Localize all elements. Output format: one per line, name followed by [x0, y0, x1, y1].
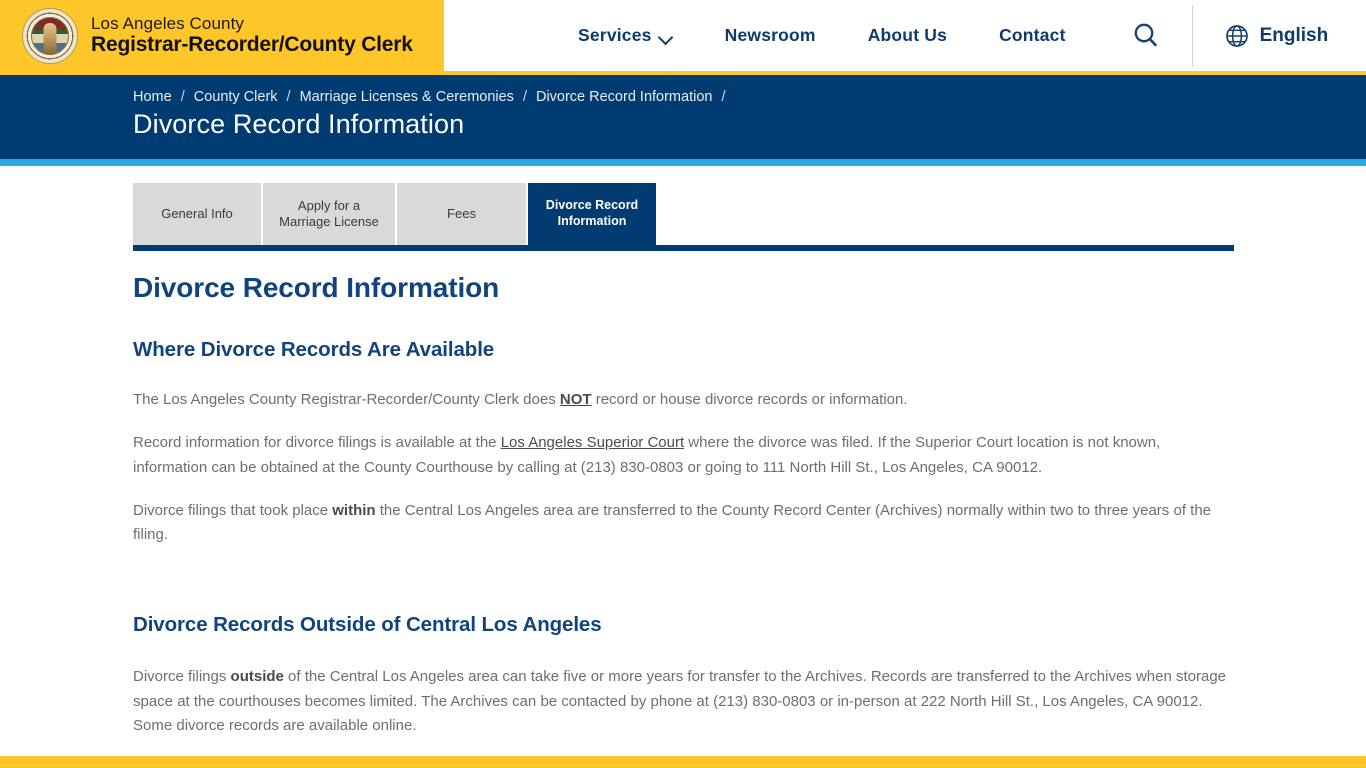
breadcrumb-item-divorce-record-information[interactable]: Divorce Record Information: [536, 89, 713, 105]
link-los-angeles-superior-court[interactable]: Los Angeles Superior Court: [501, 434, 684, 451]
text-fragment: Record information for divorce filings i…: [133, 434, 501, 452]
tab-bar: General Info Apply for a Marriage Licens…: [0, 183, 1366, 251]
paragraph-no-divorce-records: The Los Angeles County Registrar-Recorde…: [133, 388, 1228, 412]
text-fragment: The Los Angeles County Registrar-Recorde…: [133, 391, 560, 408]
nav-item-newsroom[interactable]: Newsroom: [699, 25, 842, 46]
brand-line-department: Registrar-Recorder/County Clerk: [91, 32, 413, 56]
language-selector[interactable]: English: [1225, 24, 1329, 48]
paragraph-outside-central-la: Divorce filings outside of the Central L…: [133, 665, 1228, 738]
main-content: Divorce Record Information Where Divorce…: [0, 251, 1366, 738]
tab-general-info[interactable]: General Info: [133, 183, 263, 245]
text-fragment: record or house divorce records or infor…: [591, 391, 908, 408]
tab-fees[interactable]: Fees: [397, 183, 528, 245]
breadcrumb-item-home[interactable]: Home: [133, 89, 172, 105]
breadcrumb: Home / County Clerk / Marriage Licenses …: [133, 89, 1366, 105]
nav-item-about-us-label: About Us: [867, 25, 948, 45]
language-label: English: [1259, 24, 1329, 46]
nav-divider: [1191, 4, 1193, 67]
page-title: Divorce Record Information: [133, 109, 465, 139]
tab-apply-marriage-license[interactable]: Apply for a Marriage License: [263, 183, 397, 245]
accent-bar: [0, 159, 1366, 166]
emphasis-not: NOT: [559, 391, 592, 408]
search-icon: [1134, 23, 1157, 46]
nav-item-services[interactable]: Services: [552, 25, 699, 46]
tabs: General Info Apply for a Marriage Licens…: [133, 183, 656, 245]
la-county-seal-icon: [22, 7, 78, 64]
page-banner: Home / County Clerk / Marriage Licenses …: [0, 75, 1366, 159]
tab-general-info-label: General Info: [161, 205, 233, 221]
tab-divorce-record-information[interactable]: Divorce Record Information: [528, 183, 656, 245]
text-fragment: of the Central Los Angeles area can take…: [133, 668, 1227, 735]
nav-item-newsroom-label: Newsroom: [724, 25, 816, 45]
nav-links: Services Newsroom About Us Contact Engli…: [552, 4, 1329, 67]
brand-line-county: Los Angeles County: [91, 14, 245, 34]
globe-icon: [1225, 24, 1248, 47]
breadcrumb-item-county-clerk[interactable]: County Clerk: [194, 89, 278, 105]
nav-item-about-us[interactable]: About Us: [842, 25, 973, 46]
breadcrumb-item-marriage-licenses[interactable]: Marriage Licenses & Ceremonies: [300, 89, 514, 105]
breadcrumb-separator: /: [180, 89, 185, 105]
breadcrumb-separator: /: [721, 89, 726, 105]
paragraph-superior-court: Record information for divorce filings i…: [133, 431, 1228, 480]
text-fragment: Divorce filings that took place: [133, 501, 333, 519]
brand-text: Los Angeles County Registrar-Recorder/Co…: [91, 15, 413, 56]
emphasis-outside: outside: [230, 668, 284, 686]
tab-divorce-record-information-label: Divorce Record Information: [545, 198, 639, 228]
breadcrumb-separator: /: [522, 89, 527, 105]
nav-item-contact[interactable]: Contact: [973, 25, 1092, 46]
chevron-down-icon: [660, 32, 673, 40]
footer-accent-bar: [0, 756, 1366, 768]
main-navigation: Services Newsroom About Us Contact Engli…: [444, 0, 1366, 71]
nav-item-contact-label: Contact: [999, 25, 1066, 45]
section-heading-where-divorce-records-are-available: Where Divorce Records Are Available: [133, 338, 495, 361]
content-heading: Divorce Record Information: [133, 272, 500, 303]
text-fragment: Divorce filings: [133, 668, 231, 686]
nav-item-services-label: Services: [578, 25, 652, 45]
site-brand[interactable]: Los Angeles County Registrar-Recorder/Co…: [0, 0, 444, 71]
emphasis-within: within: [332, 501, 376, 519]
section-heading-divorce-records-outside-central-la: Divorce Records Outside of Central Los A…: [133, 613, 602, 637]
banner-inner: Home / County Clerk / Marriage Licenses …: [0, 75, 1366, 140]
tabs-underline: [133, 245, 1234, 251]
paragraph-central-la-transfers: Divorce filings that took place within t…: [133, 499, 1228, 548]
breadcrumb-separator: /: [286, 89, 291, 105]
search-button[interactable]: [1126, 16, 1166, 56]
site-header: Los Angeles County Registrar-Recorder/Co…: [0, 0, 1366, 75]
tab-apply-marriage-license-label: Apply for a Marriage License: [279, 197, 379, 229]
tab-fees-label: Fees: [447, 205, 476, 221]
